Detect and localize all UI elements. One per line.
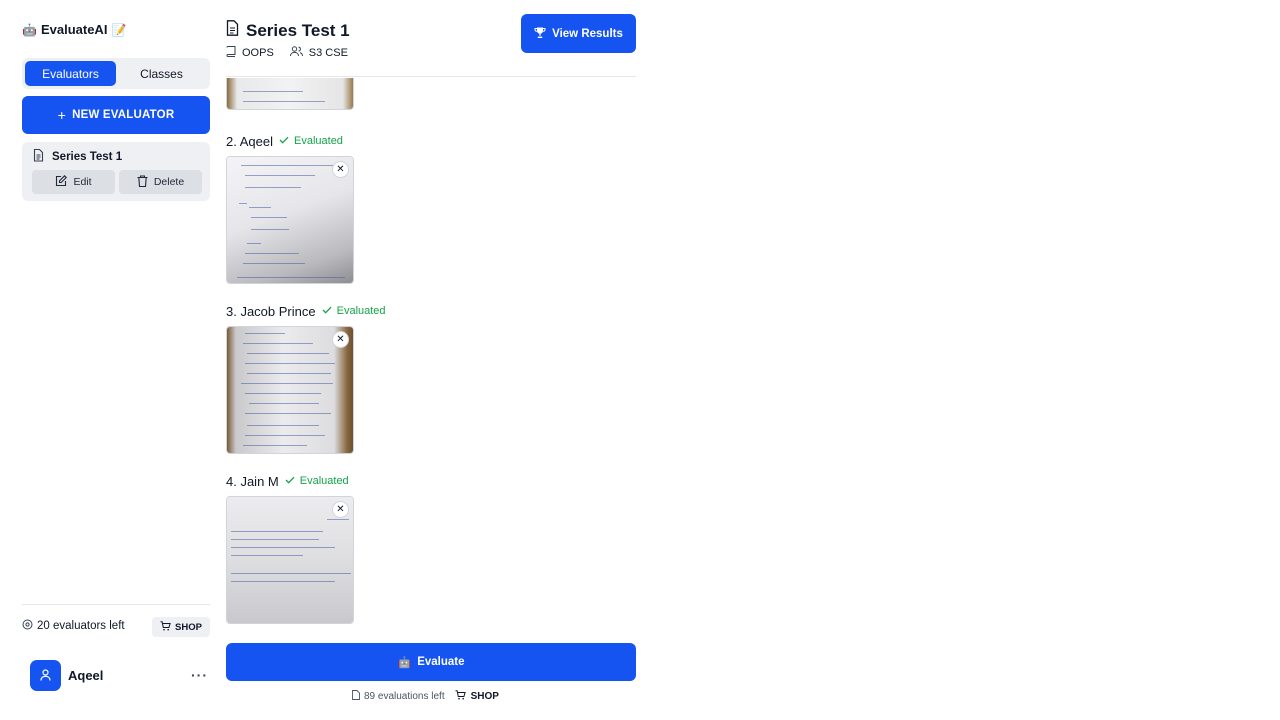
- evaluator-card[interactable]: Series Test 1 Edit Delete: [22, 142, 210, 201]
- evaluators-left-text: 20 evaluators left: [37, 620, 125, 632]
- evaluator-title: Series Test 1: [52, 151, 123, 163]
- evaluate-label: Evaluate: [417, 656, 465, 668]
- main-panel: Series Test 1 OOPS S3 CSE View Results 2…: [226, 0, 636, 720]
- edit-label: Edit: [73, 176, 92, 188]
- edit-icon: [55, 174, 68, 190]
- settings-icon: [22, 619, 33, 633]
- evaluators-left: 20 evaluators left: [22, 619, 125, 633]
- brand-name: EvaluateAI: [40, 22, 108, 37]
- page-meta: OOPS S3 CSE: [226, 46, 348, 60]
- submission-item: 2. Aqeel Evaluated ✕: [226, 132, 354, 284]
- remove-image-button[interactable]: ✕: [332, 161, 349, 178]
- user-name: Aqeel: [68, 667, 104, 683]
- evaluator-actions: Edit Delete: [32, 170, 202, 194]
- submission-name: 3. Jacob Prince: [226, 303, 316, 319]
- user-profile[interactable]: Aqeel ···: [30, 659, 210, 691]
- submission-thumbnail[interactable]: [226, 78, 354, 110]
- evaluations-left-text: 89 evaluations left: [364, 691, 445, 702]
- status-badge: Evaluated: [285, 475, 349, 487]
- status-badge: Evaluated: [279, 135, 343, 147]
- submission-item: 4. Jain M Evaluated ✕: [226, 472, 354, 624]
- class-name: S3 CSE: [289, 46, 348, 60]
- evaluator-card-title: Series Test 1: [33, 148, 123, 165]
- submission-thumbnail[interactable]: ✕: [226, 326, 354, 454]
- footer-shop-label: SHOP: [470, 691, 499, 702]
- more-options-icon[interactable]: ···: [191, 667, 210, 683]
- sidebar-tabs: Evaluators Classes: [22, 58, 210, 89]
- memo-icon: 📝: [111, 22, 127, 37]
- brand[interactable]: 🤖 EvaluateAI 📝: [22, 22, 126, 37]
- remove-image-button[interactable]: ✕: [332, 501, 349, 518]
- sidebar-shop-button[interactable]: SHOP: [152, 617, 210, 637]
- status-badge: Evaluated: [322, 305, 386, 317]
- submissions-list[interactable]: 2. Aqeel Evaluated ✕ 3. Jacob Prince Eva…: [226, 78, 636, 630]
- page-title: Series Test 1: [246, 20, 350, 40]
- check-icon: [279, 135, 289, 147]
- document-icon: [33, 148, 44, 165]
- evaluate-footer: 89 evaluations left SHOP: [352, 690, 499, 703]
- submission-thumbnail[interactable]: ✕: [226, 156, 354, 284]
- check-icon: [322, 305, 332, 317]
- tab-classes[interactable]: Classes: [116, 61, 207, 86]
- delete-button[interactable]: Delete: [119, 170, 202, 194]
- status-text: Evaluated: [336, 305, 386, 317]
- evaluate-button[interactable]: 🤖 Evaluate: [226, 643, 636, 681]
- subject: OOPS: [226, 46, 274, 60]
- evaluations-left: 89 evaluations left: [352, 690, 445, 703]
- tab-evaluators[interactable]: Evaluators: [25, 61, 116, 86]
- robot-icon: 🤖: [22, 22, 37, 37]
- submission-name: 4. Jain M: [226, 473, 279, 489]
- delete-label: Delete: [153, 176, 185, 188]
- submission-item: 3. Jacob Prince Evaluated ✕: [226, 302, 386, 454]
- header-divider: [226, 76, 636, 77]
- trophy-icon: [534, 27, 546, 41]
- new-evaluator-button[interactable]: + NEW EVALUATOR: [22, 96, 210, 134]
- view-results-button[interactable]: View Results: [521, 14, 636, 53]
- submission-header: 4. Jain M Evaluated: [226, 472, 354, 490]
- trash-icon: [137, 174, 148, 190]
- avatar: [30, 659, 61, 691]
- class-name-text: S3 CSE: [308, 47, 348, 59]
- robot-icon: 🤖: [397, 656, 412, 669]
- remove-image-button[interactable]: ✕: [332, 331, 349, 348]
- submission-header: 3. Jacob Prince Evaluated: [226, 302, 386, 320]
- page-header: Series Test 1: [226, 20, 350, 41]
- footer-shop-link[interactable]: SHOP: [455, 690, 499, 703]
- submission-thumbnail[interactable]: ✕: [226, 496, 354, 624]
- edit-button[interactable]: Edit: [32, 170, 115, 194]
- sidebar-divider: [22, 604, 210, 605]
- user-icon: [40, 669, 51, 681]
- cart-icon: [160, 620, 171, 634]
- sidebar-shop-label: SHOP: [175, 621, 202, 633]
- status-text: Evaluated: [299, 475, 349, 487]
- cart-icon: [455, 690, 466, 703]
- subject-text: OOPS: [242, 47, 274, 59]
- status-text: Evaluated: [294, 135, 343, 147]
- new-evaluator-label: NEW EVALUATOR: [72, 109, 175, 121]
- document-icon: [352, 690, 360, 703]
- check-icon: [285, 475, 295, 487]
- users-icon: [289, 46, 303, 60]
- plus-icon: +: [57, 107, 67, 123]
- document-icon: [226, 20, 239, 41]
- submission-header: 2. Aqeel Evaluated: [226, 132, 354, 150]
- view-results-label: View Results: [552, 27, 623, 40]
- sidebar: 🤖 EvaluateAI 📝 Evaluators Classes + NEW …: [22, 0, 210, 720]
- submission-name: 2. Aqeel: [226, 133, 273, 149]
- book-icon: [226, 46, 236, 60]
